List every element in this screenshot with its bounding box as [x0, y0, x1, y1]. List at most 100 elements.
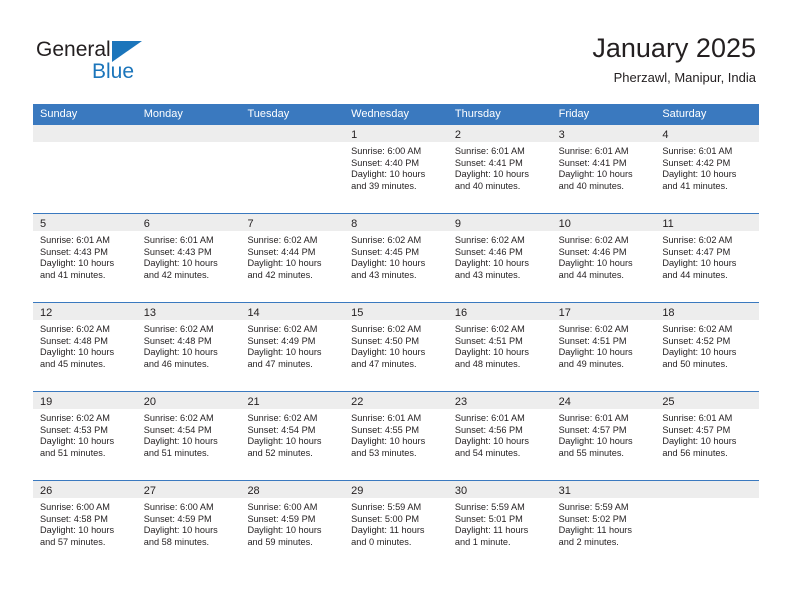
- day-info-line: Sunrise: 6:01 AM: [662, 413, 733, 423]
- calendar-day-cell[interactable]: 6 Sunrise: 6:01 AM Sunset: 4:43 PM Daylight…: [136, 214, 241, 302]
- day-info-line: Sunrise: 6:02 AM: [558, 235, 629, 245]
- calendar-day-cell[interactable]: 7 Sunrise: 6:02 AM Sunset: 4:44 PM Daylight…: [240, 214, 345, 302]
- day-sun-info: Sunrise: 6:02 AM Sunset: 4:49 PM Daylight:…: [240, 320, 344, 370]
- calendar-day-cell[interactable]: 3 Sunrise: 6:01 AM Sunset: 4:41 PM Daylight…: [551, 125, 656, 213]
- day-info-line: Daylight: 10 hours: [558, 258, 633, 269]
- day-info-line: and 40 minutes.: [558, 180, 624, 191]
- day-number-band: 14: [240, 303, 345, 320]
- day-info-line: and 52 minutes.: [247, 447, 313, 458]
- day-info-line: and 55 minutes.: [558, 447, 624, 458]
- calendar-day-cell[interactable]: 12 Sunrise: 6:02 AM Sunset: 4:48 PM Dayligh…: [33, 303, 137, 391]
- day-info-line: Sunset: 5:00 PM: [351, 513, 420, 524]
- calendar-day-cell[interactable]: 17 Sunrise: 6:02 AM Sunset: 4:51 PM Dayligh…: [551, 303, 656, 391]
- day-number: 5: [40, 218, 47, 230]
- day-info-line: Daylight: 10 hours: [454, 258, 529, 269]
- calendar-week-row: 5 Sunrise: 6:01 AM Sunset: 4:43 PM Daylight…: [33, 213, 760, 302]
- calendar-day-cell[interactable]: 25 Sunrise: 6:01 AM Sunset: 4:57 PM Dayligh…: [655, 392, 760, 480]
- calendar-day-cell[interactable]: 21 Sunrise: 6:02 AM Sunset: 4:54 PM Dayligh…: [240, 392, 345, 480]
- calendar-day-cell-empty: [240, 125, 345, 213]
- calendar-weeks: 1 Sunrise: 6:00 AM Sunset: 4:40 PM Daylight…: [33, 125, 760, 569]
- calendar-day-cell[interactable]: 9 Sunrise: 6:02 AM Sunset: 4:46 PM Daylight…: [447, 214, 552, 302]
- calendar-day-cell[interactable]: 8 Sunrise: 6:02 AM Sunset: 4:45 PM Daylight…: [344, 214, 448, 302]
- day-number: 11: [662, 218, 674, 230]
- day-number-band: [33, 125, 137, 142]
- day-info-line: and 59 minutes.: [247, 536, 313, 547]
- day-info-line: Daylight: 10 hours: [143, 258, 218, 269]
- calendar-day-cell[interactable]: 18 Sunrise: 6:02 AM Sunset: 4:52 PM Dayligh…: [655, 303, 760, 391]
- calendar-day-cell[interactable]: 16 Sunrise: 6:02 AM Sunset: 4:51 PM Dayligh…: [447, 303, 552, 391]
- general-blue-logo: General Blue: [36, 38, 216, 84]
- calendar-day-cell[interactable]: 28 Sunrise: 6:00 AM Sunset: 4:59 PM Dayligh…: [240, 481, 345, 569]
- day-info-line: Daylight: 10 hours: [247, 436, 322, 447]
- calendar-day-cell[interactable]: 14 Sunrise: 6:02 AM Sunset: 4:49 PM Dayligh…: [240, 303, 345, 391]
- day-info-line: and 41 minutes.: [662, 180, 728, 191]
- calendar-day-cell[interactable]: 1 Sunrise: 6:00 AM Sunset: 4:40 PM Daylight…: [344, 125, 448, 213]
- day-info-line: Sunset: 4:54 PM: [247, 424, 316, 435]
- day-number: 7: [247, 218, 254, 230]
- calendar-day-cell[interactable]: 23 Sunrise: 6:01 AM Sunset: 4:56 PM Dayligh…: [447, 392, 552, 480]
- weekday-header-wednesday: Wednesday: [351, 108, 410, 120]
- calendar-day-cell[interactable]: 31 Sunrise: 5:59 AM Sunset: 5:02 PM Dayligh…: [551, 481, 656, 569]
- day-info-line: and 44 minutes.: [662, 269, 728, 280]
- day-number-band: 31: [551, 481, 656, 498]
- calendar-day-cell[interactable]: 30 Sunrise: 5:59 AM Sunset: 5:01 PM Dayligh…: [447, 481, 552, 569]
- day-info-line: Sunrise: 6:02 AM: [558, 324, 629, 334]
- calendar-day-cell[interactable]: 26 Sunrise: 6:00 AM Sunset: 4:58 PM Dayligh…: [33, 481, 137, 569]
- day-sun-info: Sunrise: 6:01 AM Sunset: 4:41 PM Daylight:…: [448, 142, 552, 192]
- day-number: 15: [351, 307, 364, 319]
- day-sun-info: Sunrise: 6:01 AM Sunset: 4:55 PM Daylight:…: [344, 409, 448, 459]
- day-number-band: 28: [240, 481, 345, 498]
- day-number-band: 24: [551, 392, 656, 409]
- calendar-day-cell[interactable]: 11 Sunrise: 6:02 AM Sunset: 4:47 PM Dayligh…: [655, 214, 760, 302]
- day-number: 1: [351, 129, 358, 141]
- day-sun-info: Sunrise: 6:01 AM Sunset: 4:43 PM Daylight:…: [137, 231, 241, 281]
- day-number-band: 8: [344, 214, 448, 231]
- day-info-line: and 54 minutes.: [454, 447, 521, 458]
- day-info-line: Sunrise: 5:59 AM: [558, 502, 629, 512]
- day-sun-info: Sunrise: 6:02 AM Sunset: 4:46 PM Daylight:…: [552, 231, 656, 281]
- day-number: 22: [351, 396, 364, 408]
- calendar-day-cell[interactable]: 22 Sunrise: 6:01 AM Sunset: 4:55 PM Dayligh…: [344, 392, 448, 480]
- day-info-line: and 48 minutes.: [454, 358, 521, 369]
- day-number-band: [655, 481, 760, 498]
- day-sun-info: Sunrise: 6:02 AM Sunset: 4:51 PM Daylight:…: [552, 320, 656, 370]
- day-number: 24: [558, 396, 571, 408]
- calendar-day-cell[interactable]: 4 Sunrise: 6:01 AM Sunset: 4:42 PM Daylight…: [655, 125, 760, 213]
- page-subtitle: Pherzawl, Manipur, India: [613, 70, 756, 85]
- day-number-band: 17: [551, 303, 656, 320]
- calendar-day-cell[interactable]: 13 Sunrise: 6:02 AM Sunset: 4:48 PM Dayligh…: [136, 303, 241, 391]
- day-info-line: Sunrise: 6:01 AM: [351, 413, 422, 423]
- day-number-band: 12: [33, 303, 137, 320]
- calendar-day-cell[interactable]: 5 Sunrise: 6:01 AM Sunset: 4:43 PM Daylight…: [33, 214, 137, 302]
- day-info-line: Sunset: 4:49 PM: [247, 335, 316, 346]
- day-sun-info: [240, 142, 344, 146]
- day-number-band: 18: [655, 303, 760, 320]
- day-number: 16: [454, 307, 468, 319]
- calendar-day-cell[interactable]: 2 Sunrise: 6:01 AM Sunset: 4:41 PM Daylight…: [447, 125, 552, 213]
- day-number: 12: [40, 307, 53, 319]
- day-number-band: 16: [447, 303, 552, 320]
- day-sun-info: Sunrise: 6:01 AM Sunset: 4:57 PM Daylight:…: [552, 409, 656, 459]
- day-info-line: Sunset: 4:43 PM: [143, 246, 212, 257]
- day-info-line: Sunrise: 6:02 AM: [143, 324, 214, 334]
- day-number-band: 20: [136, 392, 241, 409]
- day-number-band: 3: [551, 125, 656, 142]
- calendar-page: General Blue January 2025 Pherzawl, Mani…: [0, 0, 792, 612]
- calendar-day-cell[interactable]: 20 Sunrise: 6:02 AM Sunset: 4:54 PM Dayligh…: [136, 392, 241, 480]
- day-info-line: and 43 minutes.: [351, 269, 417, 280]
- day-info-line: Sunset: 4:54 PM: [143, 424, 212, 435]
- day-number: 14: [247, 307, 260, 319]
- logo-text-general: General: [36, 38, 111, 61]
- day-info-line: Sunset: 4:41 PM: [454, 157, 523, 168]
- calendar-day-cell[interactable]: 24 Sunrise: 6:01 AM Sunset: 4:57 PM Dayligh…: [551, 392, 656, 480]
- day-info-line: Sunrise: 6:02 AM: [454, 324, 525, 334]
- calendar-day-cell[interactable]: 10 Sunrise: 6:02 AM Sunset: 4:46 PM Dayligh…: [551, 214, 656, 302]
- day-info-line: and 1 minute.: [454, 536, 511, 547]
- calendar-day-cell[interactable]: 27 Sunrise: 6:00 AM Sunset: 4:59 PM Dayligh…: [136, 481, 241, 569]
- calendar-day-cell[interactable]: 19 Sunrise: 6:02 AM Sunset: 4:53 PM Dayligh…: [33, 392, 137, 480]
- calendar-day-cell[interactable]: 15 Sunrise: 6:02 AM Sunset: 4:50 PM Dayligh…: [344, 303, 448, 391]
- day-info-line: Sunrise: 6:01 AM: [558, 146, 629, 156]
- calendar-day-cell[interactable]: 29 Sunrise: 5:59 AM Sunset: 5:00 PM Dayligh…: [344, 481, 448, 569]
- day-number: 18: [662, 307, 675, 319]
- day-sun-info: Sunrise: 6:02 AM Sunset: 4:50 PM Daylight:…: [344, 320, 448, 370]
